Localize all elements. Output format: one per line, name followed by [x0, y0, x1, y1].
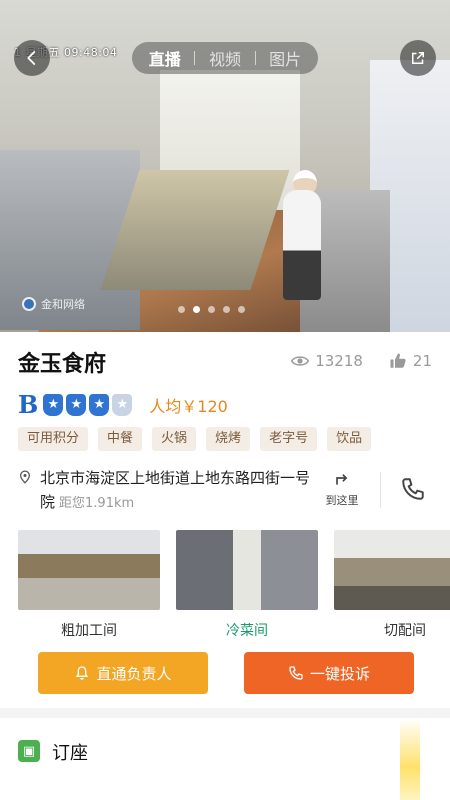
share-button[interactable]: [400, 40, 436, 76]
room-label: 粗加工间: [61, 623, 117, 639]
route-arrow-icon: [336, 474, 348, 485]
room-card[interactable]: 粗加工间: [18, 530, 160, 640]
star-badge-empty-icon: ★: [112, 393, 133, 416]
carousel-dot[interactable]: [238, 306, 245, 313]
tag: 可用积分: [18, 427, 89, 451]
navigate-label: 到这里: [325, 494, 359, 507]
restaurant-stats: 13218 21: [291, 352, 432, 370]
contact-label: 直通负责人: [96, 664, 172, 683]
room-thumbnail[interactable]: [334, 530, 450, 610]
share-icon: [412, 52, 424, 64]
tag: 老字号: [260, 427, 318, 451]
tag: 火锅: [152, 427, 197, 451]
star-badge-icon: ★: [43, 393, 64, 416]
address-row: 北京市海淀区上地街道上地东路四街一号院 距您1.91km 到这里: [18, 466, 432, 516]
like-count: 21: [412, 352, 432, 370]
camera-watermark: 金和网络: [22, 296, 85, 312]
navigate-button[interactable]: 到这里: [316, 468, 368, 508]
brand-logo-icon: [22, 297, 36, 311]
distance: 距您1.91km: [59, 496, 135, 511]
kitchen-room-list: 粗加工间 冷菜间 切配间: [18, 530, 450, 640]
decorative-glow: [400, 718, 420, 800]
tab-live[interactable]: 直播: [149, 46, 181, 70]
address-text: 北京市海淀区上地街道上地东路四街一号院 距您1.91km: [40, 466, 312, 516]
carousel-dot[interactable]: [208, 306, 215, 313]
phone-call-icon: [289, 666, 303, 680]
room-thumbnail[interactable]: [176, 530, 318, 610]
media-tabs: 直播 视频 图片: [132, 42, 318, 74]
tab-video[interactable]: 视频: [209, 46, 241, 70]
carousel-indicator: [178, 306, 245, 313]
chef-figure: [283, 190, 321, 300]
room-label: 切配间: [384, 623, 426, 639]
tag-list: 可用积分 中餐 火锅 烧烤 老字号 饮品: [18, 427, 372, 451]
section-divider: [0, 708, 450, 718]
phone-icon[interactable]: [400, 476, 426, 502]
room-card[interactable]: 冷菜间: [176, 530, 318, 640]
carousel-dot-active[interactable]: [193, 306, 200, 313]
tab-photos[interactable]: 图片: [269, 46, 301, 70]
booking-label: 订座: [52, 743, 88, 764]
rating-letter: B: [18, 390, 39, 419]
view-count: 13218: [315, 352, 363, 370]
restaurant-name: 金玉食府: [18, 352, 107, 377]
hygiene-rating: B ★ ★ ★ ★ 人均￥120: [18, 390, 228, 419]
tag: 烧烤: [206, 427, 251, 451]
divider: [380, 472, 381, 508]
complain-button[interactable]: 一键投诉: [244, 652, 414, 694]
chevron-left-icon: [27, 51, 36, 65]
bell-icon: [76, 666, 89, 680]
average-price: 人均￥120: [149, 396, 228, 416]
tag: 饮品: [327, 427, 372, 451]
live-camera-view[interactable]: 1 星期五 09:48:04 直播 视频 图片 金和网络: [0, 0, 450, 332]
star-badge-icon: ★: [66, 393, 87, 416]
tag: 中餐: [98, 427, 143, 451]
store-detail-page: 1 星期五 09:48:04 直播 视频 图片 金和网络 金玉食府 13218 …: [0, 0, 450, 800]
star-badge-icon: ★: [89, 393, 110, 416]
seat-icon: ▣: [18, 740, 40, 762]
room-card[interactable]: 切配间: [334, 530, 450, 640]
complain-label: 一键投诉: [309, 664, 370, 683]
tab-separator: [194, 51, 196, 65]
back-button[interactable]: [14, 40, 50, 76]
room-label-active: 冷菜间: [226, 623, 268, 639]
action-buttons: 直通负责人 一键投诉: [38, 652, 414, 694]
thumbs-up-icon[interactable]: [389, 352, 407, 370]
carousel-dot[interactable]: [223, 306, 230, 313]
tab-separator: [254, 51, 256, 65]
location-pin-icon: [19, 470, 31, 484]
booking-section[interactable]: ▣ 订座: [0, 718, 450, 800]
eye-icon: [291, 356, 310, 366]
carousel-dot[interactable]: [178, 306, 185, 313]
watermark-text: 金和网络: [41, 298, 85, 311]
room-thumbnail[interactable]: [18, 530, 160, 610]
contact-manager-button[interactable]: 直通负责人: [38, 652, 208, 694]
